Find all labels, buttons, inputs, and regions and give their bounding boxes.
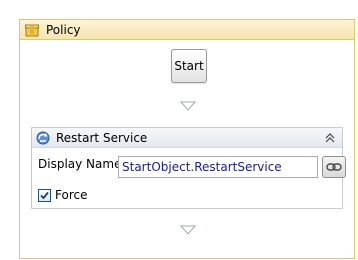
start-button[interactable]: Start (171, 49, 207, 83)
collapse-chevron-up-icon[interactable] (324, 132, 336, 144)
policy-container[interactable]: Policy Start Restart Service Display Nam… (19, 19, 355, 259)
display-name-label: Display Name: (38, 157, 126, 171)
force-row: Force (38, 187, 87, 203)
link-icon (326, 163, 342, 171)
checkmark-icon (40, 191, 49, 199)
force-checkbox[interactable] (38, 188, 51, 202)
policy-title: Policy (46, 22, 81, 37)
flow-arrow-down-icon (180, 101, 196, 111)
restart-service-activity[interactable]: Restart Service Display Name: StartObjec… (31, 127, 346, 209)
binding-button[interactable] (322, 156, 346, 178)
package-icon (24, 22, 40, 38)
activity-title: Restart Service (56, 130, 148, 145)
policy-header[interactable]: Policy (20, 20, 354, 40)
display-name-row: Display Name: StartObject.RestartService (38, 156, 346, 178)
flow-arrow-down-icon (180, 225, 196, 235)
service-icon (35, 130, 51, 146)
force-label: Force (55, 188, 88, 202)
display-name-field[interactable]: StartObject.RestartService (118, 156, 318, 178)
activity-header[interactable]: Restart Service (32, 128, 342, 148)
